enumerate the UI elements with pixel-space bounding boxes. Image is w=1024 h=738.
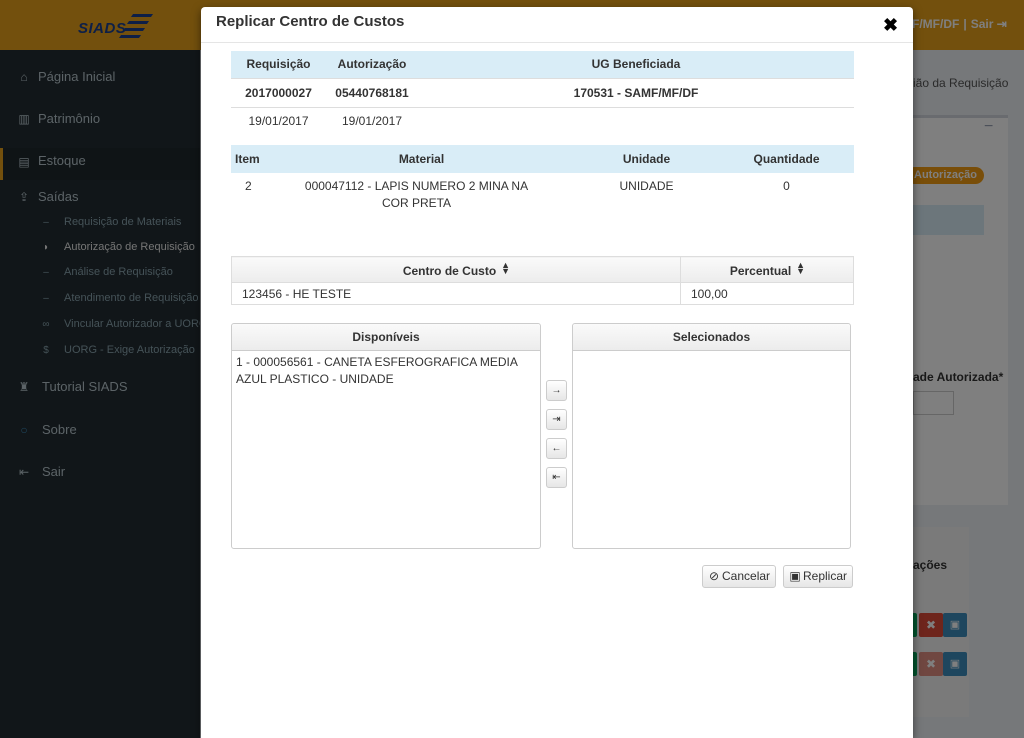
requisicao-date: 19/01/2017 (231, 106, 326, 134)
col-ug: UG Beneficiada (418, 51, 854, 78)
cancel-label: Cancelar (722, 569, 771, 583)
ug-beneficiada: 170531 - SAMF/MF/DF (418, 77, 854, 107)
list-item[interactable]: 1 - 000056561 - CANETA ESFEROGRAFICA MED… (232, 351, 540, 391)
available-listbox[interactable]: Disponíveis 1 - 000056561 - CANETA ESFER… (231, 323, 541, 549)
autorizacao-number: 05440768181 (326, 77, 418, 107)
selected-listbox[interactable]: Selecionados (572, 323, 851, 549)
sort-icon[interactable]: ▲ ▼ (501, 260, 510, 275)
move-right-button[interactable]: → (546, 380, 567, 401)
col-requisicao: Requisição (231, 51, 326, 78)
selected-header: Selecionados (573, 324, 850, 351)
replicate-cost-center-modal: Replicar Centro de Custos ✖ Requisição A… (201, 7, 913, 738)
item-unidade: UNIDADE (619, 179, 674, 193)
move-all-left-button[interactable]: ⇤ (546, 467, 567, 488)
requisicao-number: 2017000027 (231, 77, 326, 107)
cost-center-table: Centro de Custo ▲ ▼ Percentual ▲ ▼ 123456 - … (231, 256, 854, 305)
cost-center-percent: 100,00 (680, 282, 854, 305)
available-header: Disponíveis (232, 324, 540, 351)
modal-header: Replicar Centro de Custos ✖ (201, 7, 913, 43)
col-unidade: Unidade (574, 145, 719, 173)
ban-icon: ⊘ (708, 569, 720, 583)
col-autorizacao: Autorização (326, 51, 418, 78)
modal-title: Replicar Centro de Custos (216, 13, 405, 30)
cancel-button[interactable]: ⊘ Cancelar (702, 565, 777, 588)
item-material: 000047112 - LAPIS NUMERO 2 MINA NA COR P… (304, 179, 529, 210)
move-all-right-button[interactable]: ⇥ (546, 409, 567, 430)
table-row[interactable]: 123456 - HE TESTE 100,00 (231, 282, 854, 305)
item-table: Item Material Unidade Quantidade 2 00004… (231, 145, 854, 216)
sort-icon[interactable]: ▲ ▼ (796, 260, 805, 275)
col-percentual[interactable]: Percentual ▲ ▼ (680, 256, 854, 283)
col-material: Material (269, 145, 574, 173)
cost-center-name: 123456 - HE TESTE (231, 282, 681, 305)
autorizacao-date: 19/01/2017 (326, 106, 418, 134)
save-icon: ▣ (789, 569, 801, 583)
col-quantidade: Quantidade (719, 145, 854, 173)
replicate-button[interactable]: ▣ Replicar (783, 565, 854, 588)
requisition-table: Requisição Autorização UG Beneficiada 20… (231, 51, 854, 134)
item-quantidade: 0 (783, 179, 790, 193)
col-item: Item (231, 145, 269, 173)
replicate-label: Replicar (803, 569, 848, 583)
move-left-button[interactable]: ← (546, 438, 567, 459)
item-number: 2 (245, 179, 252, 193)
close-icon[interactable]: ✖ (883, 16, 898, 34)
col-centro-custo[interactable]: Centro de Custo ▲ ▼ (231, 256, 681, 283)
